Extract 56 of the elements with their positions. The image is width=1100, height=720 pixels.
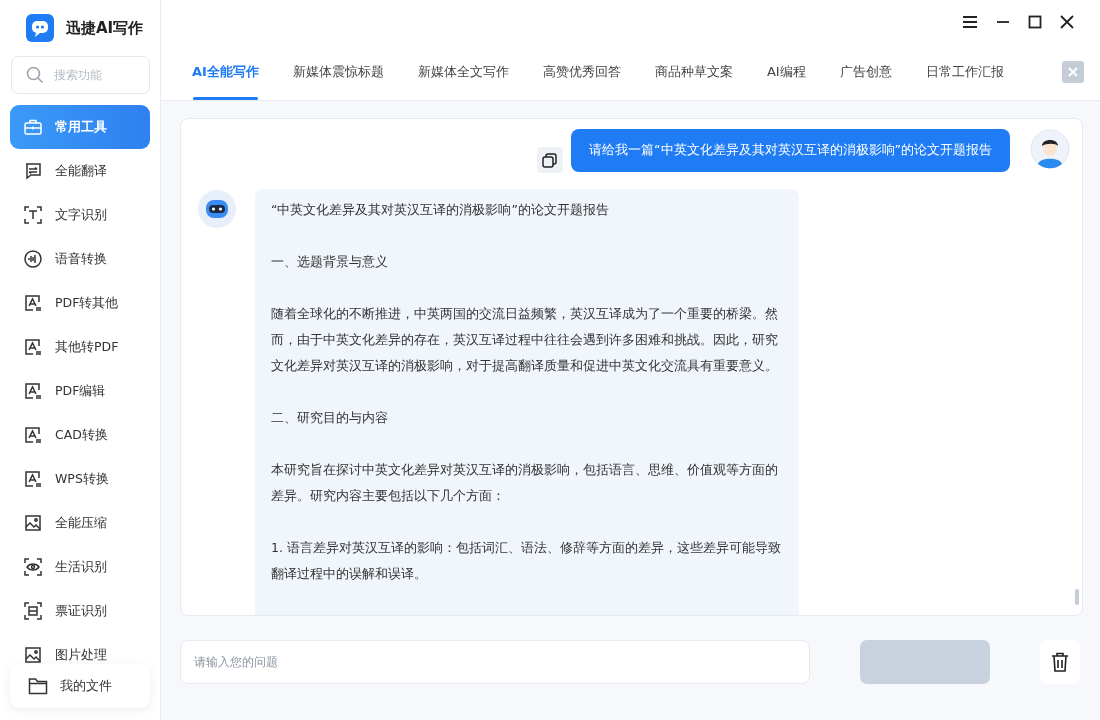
sidebar-item[interactable]: 全能压缩 <box>10 501 150 545</box>
robot-avatar-icon <box>197 189 237 229</box>
sidebar-item[interactable]: 文字识别 <box>10 193 150 237</box>
clear-button[interactable] <box>1040 640 1080 684</box>
close-icon[interactable] <box>1060 15 1074 29</box>
sidebar-item[interactable]: 全能翻译 <box>10 149 150 193</box>
sound-wave-icon <box>23 249 43 269</box>
document-letter-icon <box>23 337 43 357</box>
document-letter-icon <box>23 293 43 313</box>
reply-paragraph: 一、选题背景与意义 <box>271 253 389 271</box>
sidebar-item[interactable]: 票证识别 <box>10 589 150 633</box>
tab[interactable]: 新媒体全文写作 <box>400 44 526 100</box>
copy-icon[interactable] <box>537 147 564 173</box>
reply-paragraph: 二、研究目的与内容 <box>271 409 389 427</box>
maximize-icon[interactable] <box>1028 15 1042 29</box>
speech-bubble-icon <box>23 161 43 181</box>
app-title: 迅捷AI写作 <box>66 18 144 38</box>
search-icon <box>26 66 44 84</box>
sidebar-item[interactable]: 生活识别 <box>10 545 150 589</box>
folder-icon <box>28 677 48 695</box>
tab[interactable]: 高赞优秀回答 <box>525 44 638 100</box>
menu-icon[interactable] <box>962 15 978 29</box>
tab[interactable]: AI编程 <box>749 44 823 100</box>
document-letter-icon <box>23 425 43 445</box>
picture-icon <box>23 513 43 533</box>
toolbox-icon <box>23 117 43 137</box>
reply-paragraph: 随着全球化的不断推进，中英两国的交流日益频繁，英汉互译成为了一个重要的桥梁。然而，由于中英文化差异的存在，英汉互译过程中往往会遇到许多困难和挑战。因此，研究文化差异对英汉互译的消极影响，对于提高翻译质量和促进中英文化交流具有重要意义。 <box>271 305 779 375</box>
sidebar-item[interactable]: 其他转PDF <box>10 325 150 369</box>
my-files-button[interactable]: 我的文件 <box>10 664 150 708</box>
user-avatar-icon <box>1030 129 1070 169</box>
tab[interactable]: 商品种草文案 <box>637 44 750 100</box>
tab[interactable]: AI全能写作 <box>175 44 276 100</box>
sidebar-item[interactable]: CAD转换 <box>10 413 150 457</box>
user-message: 请给我一篇“中英文化差异及其对英汉互译的消极影响”的论文开题报告 <box>571 129 1010 172</box>
app-logo-icon <box>26 14 54 42</box>
scrollbar-thumb[interactable] <box>1075 589 1079 605</box>
tab[interactable]: 新媒体震惊标题 <box>275 44 401 100</box>
document-letter-icon <box>23 469 43 489</box>
tab[interactable]: 广告创意 <box>822 44 909 100</box>
question-input[interactable]: 请输入您的问题 <box>180 640 810 684</box>
search-field[interactable]: 搜索功能 <box>11 56 150 94</box>
sidebar-item[interactable]: PDF转其他 <box>10 281 150 325</box>
sidebar-item[interactable]: PDF编辑 <box>10 369 150 413</box>
tab[interactable]: 日常工作汇报 <box>908 44 1021 100</box>
reply-paragraph: 1. 语言差异对英汉互译的影响：包括词汇、语法、修辞等方面的差异，这些差异可能导致翻译过程中的误解和误译。 <box>271 539 782 583</box>
reply-paragraph: “中英文化差异及其对英汉互译的消极影响”的论文开题报告 <box>271 201 610 219</box>
trash-icon <box>1051 652 1069 672</box>
card-scan-icon <box>23 601 43 621</box>
eye-scan-icon <box>23 557 43 577</box>
text-scan-icon <box>23 205 43 225</box>
sidebar-item[interactable]: 语音转换 <box>10 237 150 281</box>
picture-icon <box>23 645 43 665</box>
sidebar-item[interactable]: WPS转换 <box>10 457 150 501</box>
reply-paragraph: 本研究旨在探讨中英文化差异对英汉互译的消极影响，包括语言、思维、价值观等方面的差异。研究内容主要包括以下几个方面： <box>271 461 779 505</box>
document-letter-icon <box>23 381 43 401</box>
sidebar-item[interactable]: 图片处理 <box>10 633 150 665</box>
